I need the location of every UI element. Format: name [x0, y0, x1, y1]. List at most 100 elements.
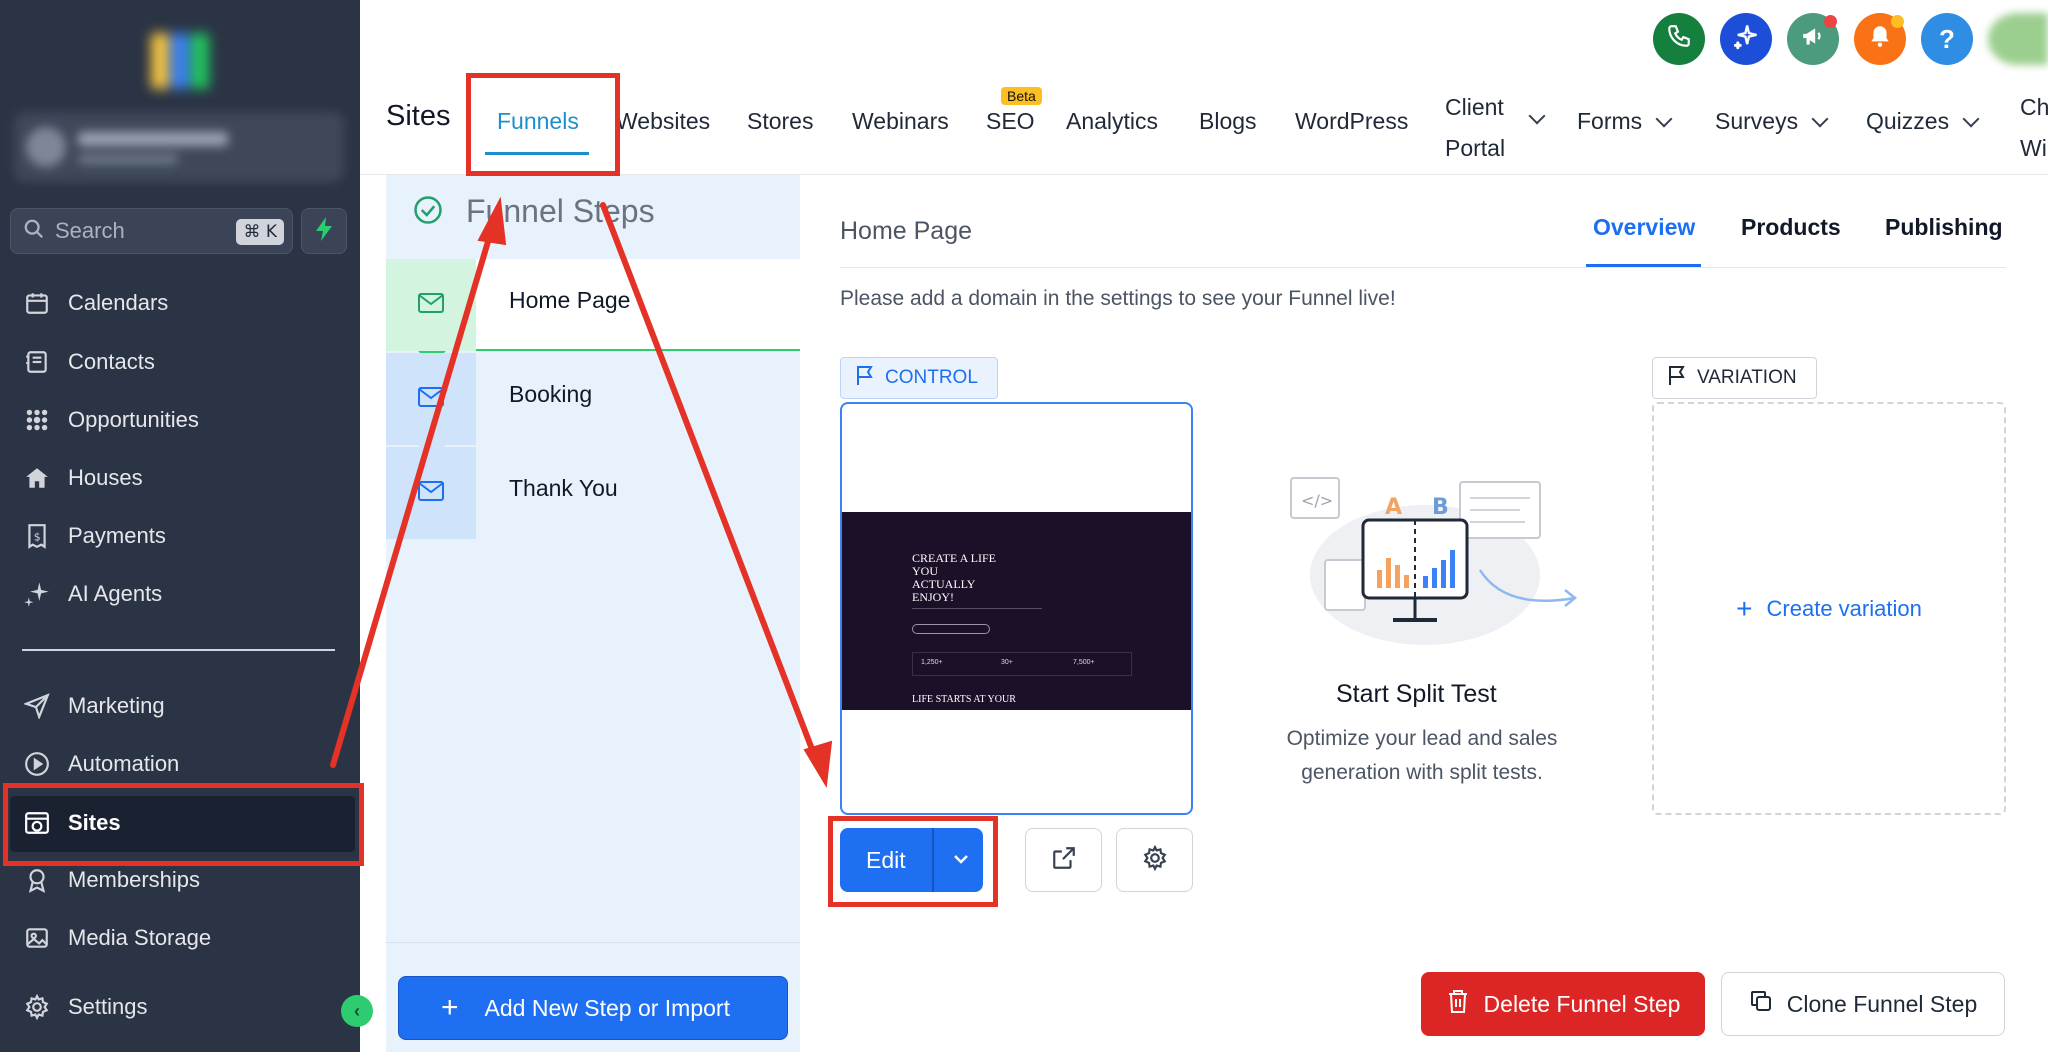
create-variation-link[interactable]: Create variation: [1767, 596, 1922, 622]
ai-assistant-button[interactable]: [1720, 13, 1772, 65]
tab-seo[interactable]: SEO: [986, 108, 1035, 135]
sidebar-item-settings[interactable]: Settings: [22, 985, 148, 1029]
trash-icon: [1446, 988, 1470, 1020]
tab-overview[interactable]: Overview: [1593, 214, 1695, 241]
tabs-divider: [840, 267, 2006, 268]
tab-stores[interactable]: Stores: [747, 108, 813, 135]
tab-products[interactable]: Products: [1741, 214, 1841, 241]
step-icon-cell: [386, 259, 476, 351]
calendar-icon: [22, 288, 52, 318]
page-section-title: Sites: [386, 100, 451, 132]
help-icon: ?: [1939, 23, 1955, 54]
sidebar-item-label: Media Storage: [68, 925, 212, 950]
chevron-left-icon: ‹: [354, 1000, 360, 1021]
step-icon-cell: [386, 447, 476, 539]
sidebar-item-payments[interactable]: $ Payments: [22, 514, 166, 558]
clone-label: Clone Funnel Step: [1786, 990, 1978, 1017]
sidebar-item-ai-agents[interactable]: AI Agents: [22, 572, 162, 616]
plus-icon: +: [1736, 592, 1753, 624]
user-avatar[interactable]: [1988, 13, 2048, 65]
step-label: Home Page: [509, 287, 631, 313]
tab-client-portal[interactable]: Client Portal: [1445, 87, 1505, 169]
step-icon-cell: [386, 353, 476, 445]
chevron-down-icon[interactable]: [1528, 107, 1546, 125]
funnel-steps-title: Funnel Steps: [466, 193, 655, 229]
preview-stats-bar: 1,250+ 30+ 7,500+: [912, 652, 1132, 676]
sidebar-item-opportunities[interactable]: Opportunities: [22, 398, 199, 442]
preview-stat: 7,500+: [1073, 659, 1095, 666]
tab-chat-widget-truncated[interactable]: Ch Wi: [2020, 87, 2048, 169]
control-tag: CONTROL: [840, 357, 998, 399]
panel-divider: [386, 942, 800, 943]
tab-websites[interactable]: Websites: [616, 108, 710, 135]
mail-icon: [417, 292, 445, 319]
sidebar-item-calendars[interactable]: Calendars: [22, 281, 168, 325]
tab-label: Forms: [1577, 108, 1643, 134]
external-link-icon: [1051, 845, 1077, 876]
sidebar-item-media-storage[interactable]: Media Storage: [22, 916, 211, 960]
step-item-home-page[interactable]: Home Page: [386, 259, 800, 365]
tab-blogs[interactable]: Blogs: [1199, 108, 1257, 135]
send-icon: [22, 691, 52, 721]
phone-button[interactable]: [1653, 13, 1705, 65]
tab-label-line1: Ch: [2020, 94, 2048, 120]
split-test-illustration: </> A B: [1290, 477, 1578, 645]
sidebar-item-contacts[interactable]: Contacts: [22, 340, 155, 384]
phone-icon: [1666, 23, 1692, 56]
domain-notice: Please add a domain in the settings to s…: [840, 287, 1396, 310]
preview-stat: 30+: [1001, 659, 1013, 666]
tab-label-line1: Client: [1445, 94, 1504, 120]
account-switcher[interactable]: [14, 112, 344, 182]
annotation-box-sites-item: [3, 783, 364, 866]
active-tab-indicator: [1586, 264, 1701, 267]
search-placeholder: Search: [55, 218, 125, 243]
sidebar: Search ⌘ K Calendars Contacts Opportunit…: [0, 0, 360, 1052]
play-circle-icon: [22, 749, 52, 779]
sidebar-item-marketing[interactable]: Marketing: [22, 684, 165, 728]
add-step-label: Add New Step or Import: [484, 994, 730, 1021]
preview-footer-heading: LIFE STARTS AT YOUR: [912, 694, 1016, 705]
sidebar-collapse-button[interactable]: ‹: [341, 995, 373, 1027]
create-variation-area[interactable]: + Create variation: [1652, 402, 2006, 815]
step-item-thank-you[interactable]: Thank You: [386, 447, 800, 539]
tab-wordpress[interactable]: WordPress: [1295, 108, 1408, 135]
add-new-step-button[interactable]: + Add New Step or Import: [398, 976, 788, 1040]
tab-analytics[interactable]: Analytics: [1066, 108, 1158, 135]
tab-forms[interactable]: Forms: [1577, 108, 1673, 135]
copy-icon: [1749, 989, 1773, 1019]
preview-subtext: [912, 608, 1042, 620]
svg-text:$: $: [34, 530, 41, 543]
delete-funnel-step-button[interactable]: Delete Funnel Step: [1421, 972, 1705, 1036]
gear-icon: [22, 992, 52, 1022]
step-page-title: Home Page: [840, 217, 973, 245]
lightning-icon: [314, 216, 334, 246]
sparkle-icon: [22, 579, 52, 609]
announcements-button[interactable]: [1787, 13, 1839, 65]
flag-icon: [855, 364, 875, 392]
step-settings-button[interactable]: [1116, 828, 1193, 892]
open-preview-button[interactable]: [1025, 828, 1102, 892]
control-page-preview[interactable]: CREATE A LIFE YOU ACTUALLY ENJOY! 1,250+…: [840, 402, 1193, 815]
variant-b-label: B: [1432, 495, 1449, 520]
tab-publishing[interactable]: Publishing: [1885, 214, 2003, 241]
sidebar-item-automation[interactable]: Automation: [22, 742, 179, 786]
image-icon: [22, 923, 52, 953]
bell-icon: [1867, 23, 1893, 56]
search-input[interactable]: Search ⌘ K: [10, 208, 293, 254]
preview-hero-text: CREATE A LIFE YOU ACTUALLY ENJOY!: [912, 552, 996, 604]
notifications-button[interactable]: [1854, 13, 1906, 65]
tab-quizzes[interactable]: Quizzes: [1866, 108, 1980, 135]
tab-webinars[interactable]: Webinars: [852, 108, 949, 135]
help-button[interactable]: ?: [1921, 13, 1973, 65]
account-sub-blurred: [78, 154, 178, 164]
funnel-steps-panel: Funnel Steps Home Page Booking Thank You: [386, 175, 800, 1052]
step-item-booking[interactable]: Booking: [386, 353, 800, 459]
clone-funnel-step-button[interactable]: Clone Funnel Step: [1721, 972, 2005, 1036]
tab-surveys[interactable]: Surveys: [1715, 108, 1829, 135]
variation-tag: VARIATION: [1652, 357, 1817, 399]
search-shortcut-badge: ⌘ K: [236, 219, 284, 245]
sidebar-item-label: Payments: [68, 523, 166, 548]
company-logo[interactable]: [145, 25, 215, 95]
quick-action-button[interactable]: [301, 208, 347, 254]
sidebar-item-houses[interactable]: Houses: [22, 456, 143, 500]
